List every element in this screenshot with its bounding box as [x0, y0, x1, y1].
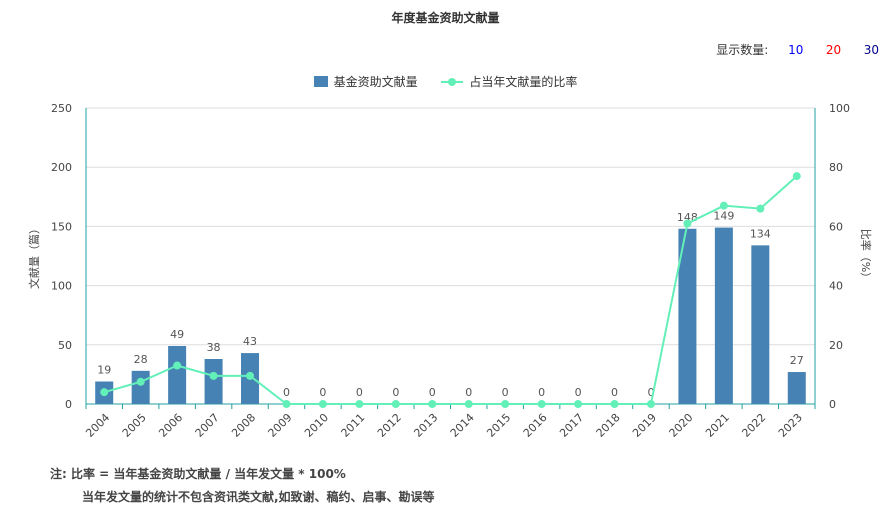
ratio-point — [610, 400, 619, 408]
bar-value-label: 0 — [392, 386, 399, 399]
bar-value-label: 0 — [538, 386, 545, 399]
x-tick-label: 2009 — [266, 411, 295, 440]
ratio-point — [464, 400, 473, 408]
x-tick-label: 2010 — [302, 411, 331, 440]
y-tick-label: 150 — [51, 220, 72, 233]
bar-value-label: 0 — [575, 386, 582, 399]
ratio-point — [246, 371, 255, 380]
ratio-point — [719, 201, 728, 210]
x-tick-label: 2006 — [156, 411, 185, 440]
bar-value-label: 0 — [611, 386, 618, 399]
y2-tick-label: 100 — [829, 102, 850, 115]
bar-value-label: 149 — [713, 210, 734, 223]
y-tick-label: 200 — [51, 161, 72, 174]
x-tick-label: 2008 — [229, 411, 258, 440]
bar-value-label: 43 — [243, 335, 257, 348]
ratio-point — [428, 400, 437, 408]
note-count-exclusion: 当年发文量的统计不包含资讯类文献,如致谢、稿约、启事、勘误等 — [82, 490, 435, 504]
x-tick-label: 2014 — [448, 411, 477, 440]
ratio-point — [318, 400, 327, 408]
x-tick-label: 2011 — [339, 411, 368, 440]
ratio-point — [537, 400, 546, 408]
bar-value-label: 0 — [319, 386, 326, 399]
x-tick-label: 2020 — [667, 411, 696, 440]
bar-value-label: 28 — [134, 353, 148, 366]
bar-value-label: 0 — [465, 386, 472, 399]
bar-value-label: 27 — [790, 354, 804, 367]
ratio-point — [501, 400, 510, 408]
x-tick-label: 2012 — [375, 411, 404, 440]
x-tick-label: 2015 — [484, 411, 513, 440]
x-tick-label: 2005 — [120, 411, 149, 440]
ratio-point — [282, 400, 291, 408]
bar-value-label: 0 — [502, 386, 509, 399]
bar-value-label: 134 — [750, 227, 771, 240]
ratio-point — [683, 219, 692, 228]
bar — [787, 372, 806, 404]
y2-tick-label: 20 — [829, 339, 843, 352]
ratio-point — [646, 400, 655, 408]
ratio-point — [756, 204, 765, 213]
bar — [714, 227, 733, 404]
ratio-point — [173, 361, 182, 370]
x-tick-label: 2019 — [630, 411, 659, 440]
note-ratio-formula: 注: 比率 = 当年基金资助文献量 / 当年发文量 * 100% — [50, 467, 346, 481]
bar-value-label: 0 — [429, 386, 436, 399]
bar-value-label: 0 — [356, 386, 363, 399]
y-axis-title: 文献量（篇） — [27, 223, 41, 289]
y2-axis-title: 比率（%） — [859, 229, 873, 283]
bar-value-label: 38 — [207, 341, 221, 354]
x-tick-label: 2023 — [776, 411, 805, 440]
x-tick-label: 2017 — [557, 411, 586, 440]
ratio-point — [391, 400, 400, 408]
y-tick-label: 0 — [65, 398, 72, 411]
ratio-point — [792, 172, 801, 181]
y2-tick-label: 80 — [829, 161, 843, 174]
x-tick-label: 2018 — [594, 411, 623, 440]
bar-value-label: 0 — [283, 386, 290, 399]
y-tick-label: 250 — [51, 102, 72, 115]
ratio-point — [209, 371, 218, 380]
x-tick-label: 2007 — [193, 411, 222, 440]
y-tick-label: 100 — [51, 280, 72, 293]
bar — [168, 345, 187, 404]
bar — [131, 370, 150, 404]
y2-tick-label: 60 — [829, 220, 843, 233]
ratio-point — [574, 400, 583, 408]
x-tick-label: 2016 — [521, 411, 550, 440]
bar-value-label: 49 — [170, 328, 184, 341]
bar-value-label: 19 — [97, 364, 111, 377]
ratio-point — [100, 388, 109, 397]
x-tick-label: 2004 — [83, 411, 112, 440]
x-tick-label: 2013 — [411, 411, 440, 440]
bar — [751, 245, 770, 404]
y2-tick-label: 40 — [829, 280, 843, 293]
x-tick-label: 2021 — [703, 411, 732, 440]
combo-chart: 0 50 100 150 200 250 0 20 40 60 80 100 文献量（篇） 比率（%） 20… — [27, 102, 873, 440]
ratio-point — [136, 377, 145, 386]
y2-tick-label: 0 — [829, 398, 836, 411]
y-tick-label: 50 — [58, 339, 72, 352]
x-tick-label: 2022 — [739, 411, 768, 440]
ratio-point — [355, 400, 364, 408]
bar — [204, 359, 223, 404]
